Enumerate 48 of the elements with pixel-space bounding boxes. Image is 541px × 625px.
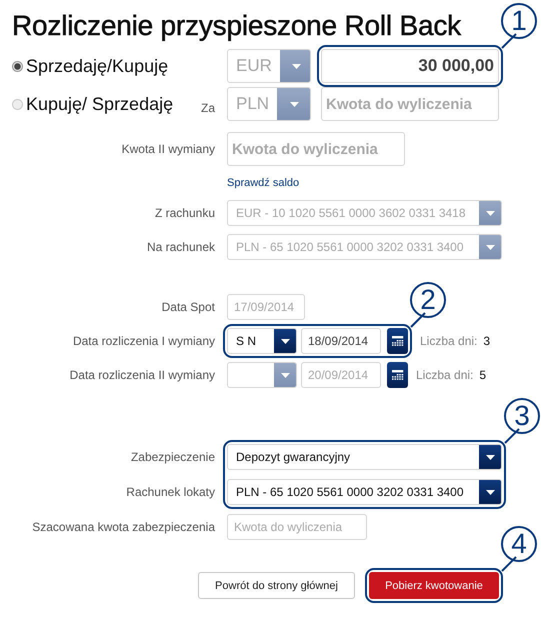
caret-icon (486, 490, 494, 494)
days-count: 3 (483, 334, 490, 348)
input-field[interactable]: 30 000,00 (321, 49, 499, 83)
input-field[interactable]: 18/09/2014 (301, 328, 381, 354)
days-label: Liczba dni: (416, 368, 474, 382)
dropdown[interactable]: PLN - 65 1020 5561 0000 3202 0331 3400 (227, 479, 502, 505)
leader-line (410, 312, 426, 328)
caret-icon (280, 338, 290, 344)
field-label: Na rachunek (146, 240, 215, 254)
page-title: Rozliczenie przyspieszone Roll Back (12, 9, 461, 43)
callout-number: 1 (501, 3, 537, 39)
calendar-icon (392, 370, 404, 380)
calendar-button[interactable] (387, 362, 408, 388)
home-button[interactable]: Powrót do strony głównej (198, 572, 355, 599)
field-label: Data rozliczenia II wymiany (70, 368, 215, 382)
field-label: Data rozliczenia I wymiany (72, 334, 215, 348)
callout-number: 3 (504, 398, 540, 434)
input-field[interactable]: Kwota do wyliczenia (227, 514, 367, 540)
caret-icon (290, 102, 299, 106)
caret-icon (486, 244, 494, 250)
leader-line (501, 33, 517, 49)
input-field[interactable]: Kwota do wyliczenia (321, 87, 499, 121)
field-label: Rachunek lokaty (126, 485, 215, 499)
check-balance-link[interactable]: Sprawdź saldo (227, 177, 300, 189)
caret-icon (486, 454, 494, 460)
field-label: Za (200, 101, 215, 115)
caret-icon (292, 64, 302, 68)
caret-icon (486, 210, 494, 216)
quote-button[interactable]: Pobierz kwotowanie (369, 572, 499, 599)
field-label: Zabezpieczenie (130, 450, 215, 464)
callout-number: 2 (410, 282, 446, 318)
input-field[interactable]: Kwota do wyliczenia (227, 132, 405, 166)
days-label: Liczba dni: (420, 334, 478, 348)
leader-line (501, 556, 517, 572)
radio-button[interactable]: Kupuję/ Sprzedaję (12, 94, 174, 114)
field-label: Data Spot (162, 300, 215, 314)
radio-button[interactable]: Sprzedaję/Kupuję (12, 56, 168, 76)
field-label: Kwota II wymiany (122, 142, 215, 156)
calendar-icon (392, 336, 404, 346)
days-count: 5 (479, 368, 486, 382)
calendar-button[interactable] (387, 328, 408, 354)
dropdown[interactable]: Depozyt gwarancyjny (227, 444, 502, 470)
field-label: Z rachunku (154, 206, 215, 220)
callout-number: 4 (501, 526, 537, 562)
field-label: Szacowana kwota zabezpieczenia (32, 520, 215, 534)
leader-line (504, 428, 520, 444)
dropdown[interactable]: S N (227, 328, 297, 354)
caret-icon (280, 372, 290, 378)
